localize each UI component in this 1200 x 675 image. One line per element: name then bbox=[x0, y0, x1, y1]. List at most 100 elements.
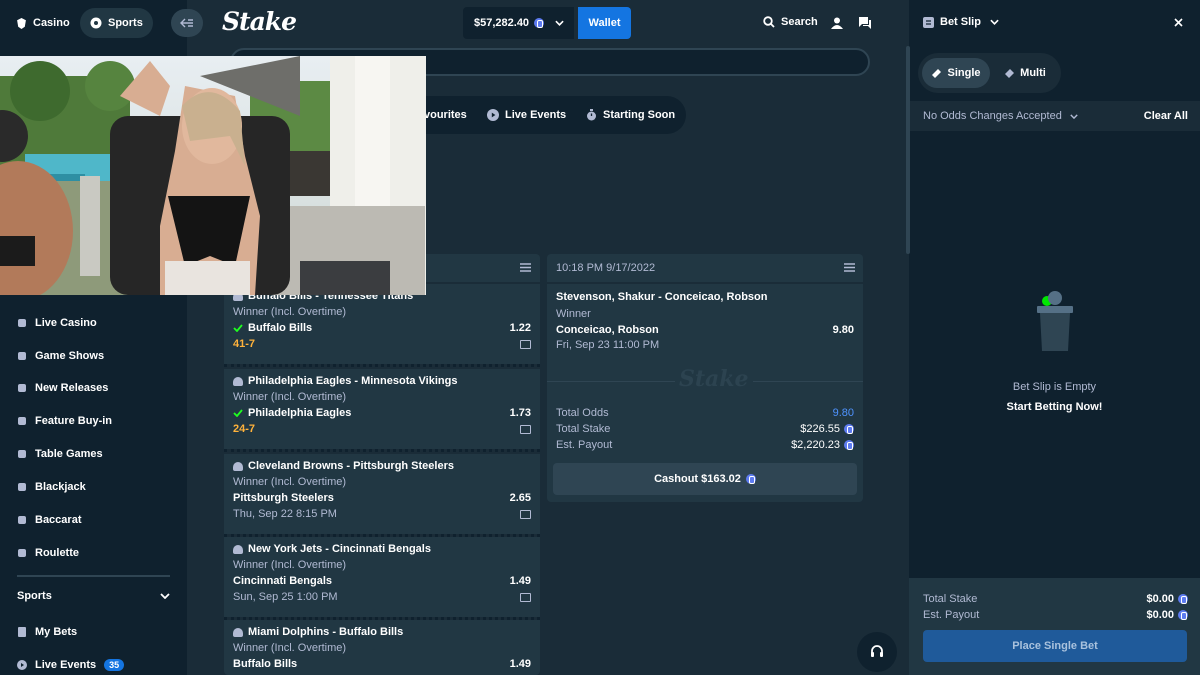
est-payout-amount: $0.00 bbox=[1146, 609, 1174, 621]
match-title: Cleveland Browns - Pittsburgh Steelers bbox=[233, 460, 454, 472]
sidebar-item-table-games[interactable]: Table Games bbox=[17, 448, 103, 460]
sidebar-item-blackjack[interactable]: Blackjack bbox=[17, 481, 86, 493]
stake-logo[interactable]: Stake bbox=[222, 7, 297, 36]
support-chat-button[interactable] bbox=[857, 632, 897, 672]
market-name: Winner (Incl. Overtime) bbox=[233, 306, 347, 318]
sidebar-section-sports-label: Sports bbox=[17, 590, 52, 602]
ticket-icon bbox=[932, 68, 942, 78]
sidebar-item-live-events[interactable]: Live Events 35 bbox=[17, 659, 125, 671]
bet-leg: Philadelphia Eagles - Minnesota Vikings W… bbox=[224, 369, 540, 449]
final-score: 24-7 bbox=[233, 423, 256, 435]
menu-icon[interactable] bbox=[844, 263, 855, 272]
currency-coin-icon bbox=[844, 440, 854, 450]
filter-favourites-label: vourites bbox=[424, 109, 467, 121]
live-stream-icon[interactable] bbox=[520, 510, 531, 519]
bet-slip-title: Bet Slip bbox=[940, 16, 981, 28]
user-icon[interactable] bbox=[831, 17, 843, 29]
bet-leg: Cleveland Browns - Pittsburgh Steelers Wi… bbox=[224, 454, 540, 534]
odds-change-select[interactable]: No Odds Changes Accepted bbox=[923, 110, 1078, 122]
filter-live-events[interactable]: Live Events bbox=[487, 109, 566, 121]
sidebar-item-baccarat[interactable]: Baccarat bbox=[17, 514, 81, 526]
balance-value: $57,282.40 bbox=[474, 17, 530, 29]
pick-odds: 1.73 bbox=[509, 407, 531, 419]
sidebar-item-label: Blackjack bbox=[35, 481, 86, 493]
sidebar-item-my-bets[interactable]: My Bets bbox=[17, 626, 77, 638]
football-helmet-icon bbox=[233, 461, 243, 471]
cashout-button[interactable]: Cashout $163.02 bbox=[553, 463, 857, 495]
sidebar-item-game-shows[interactable]: Game Shows bbox=[17, 350, 104, 362]
wallet-button[interactable]: Wallet bbox=[578, 7, 631, 39]
match-title: Philadelphia Eagles - Minnesota Vikings bbox=[233, 375, 457, 387]
est-payout-amount: $2,220.23 bbox=[791, 439, 840, 451]
place-bet-button[interactable]: Place Single Bet bbox=[923, 630, 1187, 662]
currency-coin-icon bbox=[745, 474, 756, 484]
sports-ball-icon bbox=[90, 17, 102, 29]
menu-icon[interactable] bbox=[520, 263, 531, 272]
sidebar-item-label: Feature Buy-in bbox=[35, 415, 113, 427]
leg-divider bbox=[224, 364, 540, 367]
roulette-icon bbox=[18, 549, 26, 557]
streamer-webcam-overlay bbox=[0, 56, 426, 295]
game-shows-icon bbox=[18, 352, 26, 360]
tab-sports-label: Sports bbox=[108, 17, 143, 29]
tab-single[interactable]: Single bbox=[922, 58, 990, 88]
market-name: Winner bbox=[556, 308, 591, 320]
feature-buyin-icon bbox=[18, 417, 26, 425]
live-stream-icon[interactable] bbox=[520, 425, 531, 434]
header: Stake $57,282.40 Wallet Search bbox=[171, 0, 909, 46]
pick-odds: 1.49 bbox=[509, 575, 531, 587]
clear-all-button[interactable]: Clear All bbox=[1144, 110, 1188, 122]
live-stream-icon[interactable] bbox=[520, 340, 531, 349]
tab-sports[interactable]: Sports bbox=[80, 8, 153, 38]
filter-live-events-label: Live Events bbox=[505, 109, 567, 121]
multi-ticket-icon bbox=[1005, 68, 1015, 78]
market-name: Winner (Incl. Overtime) bbox=[233, 391, 347, 403]
market-name: Winner (Incl. Overtime) bbox=[233, 476, 347, 488]
search-button[interactable]: Search bbox=[763, 16, 818, 28]
sidebar-item-new-releases[interactable]: New Releases bbox=[17, 382, 108, 394]
filter-starting-soon[interactable]: Starting Soon bbox=[586, 109, 675, 121]
pick-odds: 2.65 bbox=[509, 492, 531, 504]
event-date: Sun, Sep 25 1:00 PM bbox=[233, 591, 338, 603]
chevron-down-icon bbox=[555, 20, 564, 26]
football-helmet-icon bbox=[233, 627, 243, 637]
bet-leg: Buffalo Bills - Tennessee Titans Winner (… bbox=[224, 284, 540, 364]
webcam-video-frame bbox=[0, 56, 426, 295]
match-title: Miami Dolphins - Buffalo Bills bbox=[233, 626, 403, 638]
collapse-arrow-icon bbox=[180, 18, 193, 28]
live-play-icon bbox=[487, 109, 499, 121]
pick-row: Buffalo Bills bbox=[233, 322, 312, 334]
final-score: 41-7 bbox=[233, 338, 256, 350]
total-stake-label: Total Stake bbox=[923, 593, 978, 605]
page-scrollbar[interactable] bbox=[906, 46, 910, 254]
empty-bin-icon bbox=[1037, 291, 1073, 351]
football-helmet-icon bbox=[233, 376, 243, 386]
tab-single-label: Single bbox=[947, 67, 981, 79]
sidebar-item-roulette[interactable]: Roulette bbox=[17, 547, 79, 559]
pick-name: Philadelphia Eagles bbox=[248, 407, 352, 419]
market-name: Winner (Incl. Overtime) bbox=[233, 559, 347, 571]
live-stream-icon[interactable] bbox=[520, 593, 531, 602]
tab-casino[interactable]: Casino bbox=[8, 8, 78, 38]
collapse-sidebar-button[interactable] bbox=[171, 9, 203, 37]
filter-favourites[interactable]: vourites bbox=[424, 109, 467, 121]
close-icon[interactable] bbox=[1174, 18, 1183, 27]
chevron-down-icon bbox=[1070, 113, 1078, 119]
bet-leg: Miami Dolphins - Buffalo Bills Winner (In… bbox=[224, 620, 540, 675]
sidebar-item-feature-buy-in[interactable]: Feature Buy-in bbox=[17, 415, 112, 427]
odds-change-label: No Odds Changes Accepted bbox=[923, 110, 1062, 122]
start-betting-link[interactable]: Start Betting Now! bbox=[909, 401, 1200, 413]
sidebar-section-sports[interactable]: Sports bbox=[17, 590, 170, 602]
search-icon bbox=[763, 16, 775, 28]
est-payout-value: $0.00 bbox=[1146, 609, 1188, 621]
pick-name: Buffalo Bills bbox=[233, 658, 298, 670]
total-stake-value: $0.00 bbox=[1146, 593, 1188, 605]
pick-row: Cincinnati Bengals bbox=[233, 575, 332, 587]
chat-icon[interactable] bbox=[859, 17, 871, 29]
tab-multi[interactable]: Multi bbox=[996, 58, 1054, 88]
balance-selector[interactable]: $57,282.40 bbox=[463, 7, 574, 39]
sidebar-item-live-casino[interactable]: Live Casino bbox=[17, 317, 97, 329]
total-stake-amount: $226.55 bbox=[800, 423, 840, 435]
check-icon bbox=[233, 324, 243, 332]
bet-slip-header[interactable]: Bet Slip bbox=[923, 16, 999, 28]
